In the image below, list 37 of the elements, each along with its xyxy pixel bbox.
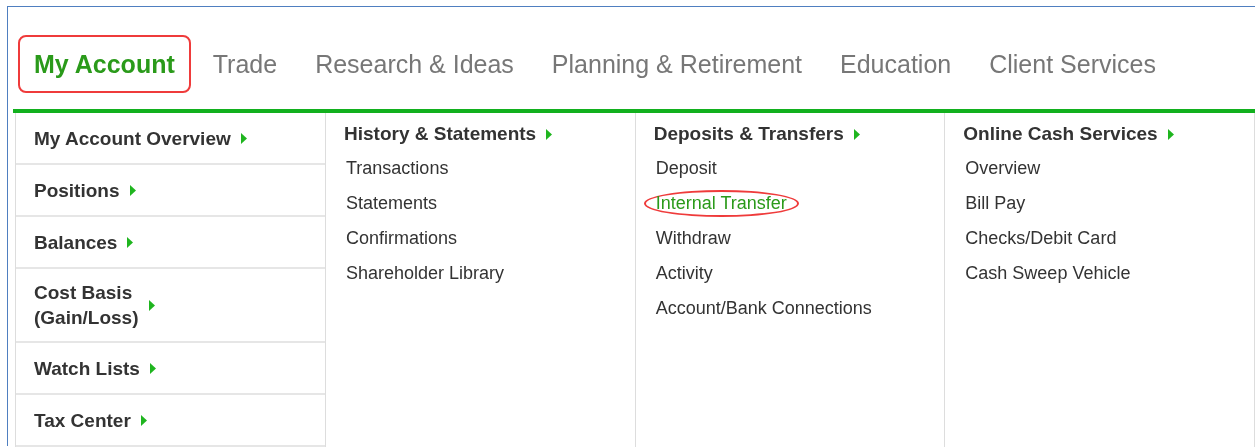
sidebar-item[interactable]: Tax Center — [34, 407, 131, 433]
column-heading[interactable]: History & Statements — [344, 123, 537, 145]
menu-link[interactable]: Internal Transfer — [643, 190, 799, 217]
nav-tab[interactable]: Education — [824, 35, 968, 93]
sidebar-item[interactable]: Positions — [34, 177, 120, 203]
caret-icon — [149, 362, 156, 374]
nav-tab[interactable]: Client Services — [973, 35, 1172, 93]
menu-link[interactable]: Bill Pay — [953, 190, 1038, 217]
caret-icon — [140, 414, 147, 426]
menu-link[interactable]: Checks/Debit Card — [953, 225, 1129, 252]
sidebar-item[interactable]: Watch Lists — [34, 355, 140, 381]
sidebar-item[interactable]: My Account Overview — [34, 125, 231, 151]
menu-link[interactable]: Deposit — [643, 155, 729, 182]
menu-link[interactable]: Statements — [334, 190, 450, 217]
nav-tab[interactable]: Planning & Retirement — [535, 35, 818, 93]
caret-icon — [1167, 128, 1174, 140]
nav-tab[interactable]: Trade — [196, 35, 294, 93]
caret-icon — [148, 299, 155, 311]
sidebar-item[interactable]: Balances — [34, 229, 118, 255]
caret-icon — [127, 236, 134, 248]
menu-link[interactable]: Cash Sweep Vehicle — [953, 260, 1143, 287]
menu-link[interactable]: Shareholder Library — [334, 260, 517, 287]
sidebar-item[interactable]: Cost Basis (Gain/Loss) — [34, 280, 139, 330]
caret-icon — [853, 128, 860, 140]
caret-icon — [240, 132, 247, 144]
caret-icon — [546, 128, 553, 140]
menu-link[interactable]: Account/Bank Connections — [643, 295, 884, 322]
nav-tab[interactable]: My Account — [18, 35, 191, 93]
menu-link[interactable]: Withdraw — [643, 225, 743, 252]
column-heading[interactable]: Deposits & Transfers — [653, 123, 844, 145]
menu-link[interactable]: Transactions — [334, 155, 461, 182]
menu-link[interactable]: Confirmations — [334, 225, 470, 252]
caret-icon — [129, 184, 136, 196]
column-heading[interactable]: Online Cash Services — [963, 123, 1158, 145]
menu-link[interactable]: Overview — [953, 155, 1053, 182]
nav-tab[interactable]: Research & Ideas — [299, 35, 530, 93]
menu-link[interactable]: Activity — [643, 260, 725, 287]
